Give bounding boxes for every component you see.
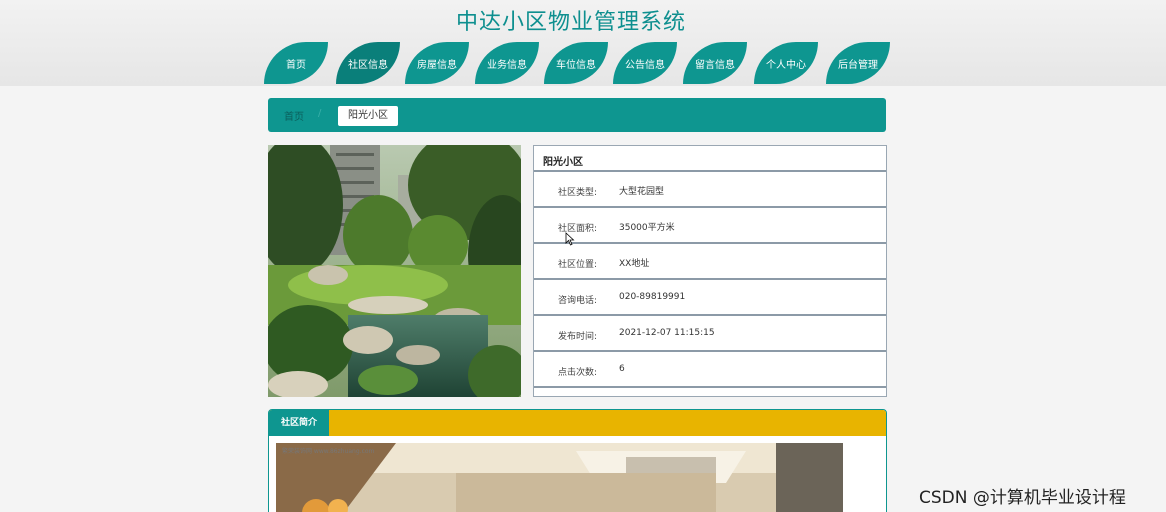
info-label: 社区面积: <box>558 224 598 234</box>
info-row-phone: 咨询电话: 020-89819991 <box>534 280 886 316</box>
info-row-clicks: 点击次数: 6 <box>534 352 886 388</box>
info-row-published: 发布时间: 2021-12-07 11:15:15 <box>534 316 886 352</box>
info-value: XX地址 <box>619 259 650 269</box>
info-value: 2021-12-07 11:15:15 <box>619 328 715 338</box>
info-label: 咨询电话: <box>558 296 598 306</box>
breadcrumb-home-link[interactable]: 首页 <box>284 108 304 123</box>
intro-photo-caption: 繁荣装饰网 www.86zhuang.com <box>282 448 375 455</box>
info-row-type: 社区类型: 大型花园型 <box>534 172 886 208</box>
breadcrumb-separator: / <box>318 108 322 119</box>
mouse-cursor-icon <box>565 232 575 246</box>
community-intro-panel: 社区简介 繁荣装饰网 www.86zhuang.com <box>268 409 887 512</box>
info-row-area: 社区面积: 35000平方米 <box>534 208 886 244</box>
watermark-text: CSDN @计算机毕业设计程 <box>919 488 1126 508</box>
info-row-location: 社区位置: XX地址 <box>534 244 886 280</box>
site-title: 中达小区物业管理系统 <box>455 10 686 35</box>
info-value: 020-89819991 <box>619 292 686 302</box>
info-label: 点击次数: <box>558 368 598 378</box>
info-label: 发布时间: <box>558 332 598 342</box>
info-label: 社区类型: <box>558 188 598 198</box>
tab-community-intro[interactable]: 社区简介 <box>269 410 329 436</box>
info-label: 社区位置: <box>558 260 598 270</box>
community-name: 阳光小区 <box>534 146 886 172</box>
info-value: 6 <box>619 364 625 374</box>
community-info-table: 阳光小区 社区类型: 大型花园型 社区面积: 35000平方米 社区位置: XX… <box>533 145 887 397</box>
breadcrumb-current: 阳光小区 <box>338 106 398 126</box>
intro-photo: 繁荣装饰网 www.86zhuang.com <box>276 443 843 512</box>
breadcrumb: 首页 / 阳光小区 <box>268 98 886 132</box>
community-photo <box>268 145 521 397</box>
info-value: 大型花园型 <box>619 187 665 197</box>
info-value: 35000平方米 <box>619 223 675 233</box>
intro-tab-bar: 社区简介 <box>269 410 886 436</box>
